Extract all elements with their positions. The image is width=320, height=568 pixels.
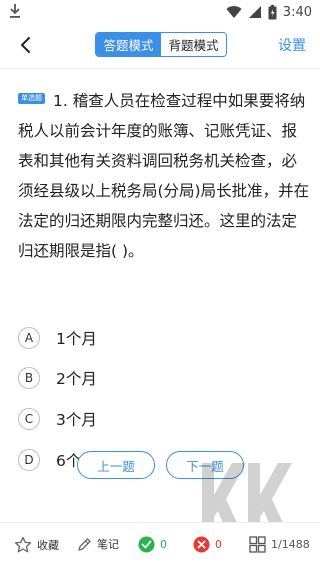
header: 答题模式 背题模式 设置	[0, 24, 320, 64]
option-letter: B	[18, 367, 40, 389]
status-bar: 3:40	[0, 0, 320, 24]
signal-icon	[248, 6, 261, 18]
answer-sheet-button[interactable]: 1/1488	[249, 536, 310, 553]
correct-count-value: 0	[160, 538, 167, 551]
tab-memorize-mode[interactable]: 背题模式	[161, 33, 226, 56]
progress-text: 1/1488	[271, 538, 310, 551]
option-text: 1个月	[56, 330, 97, 348]
option-text: 3个月	[56, 411, 97, 429]
mode-toggle: 答题模式 背题模式	[95, 32, 227, 57]
option-letter: D	[18, 449, 40, 471]
question-type-badge: 单选题	[18, 93, 45, 104]
question-text-block: 单选题 1. 稽查人员在检查过程中如果要将纳税人以前会计年度的账簿、记账凭证、报表…	[18, 86, 310, 266]
download-icon	[10, 4, 20, 18]
option-c[interactable]: C 3个月	[18, 406, 97, 432]
next-question-button[interactable]: 下一题	[166, 451, 244, 479]
header-divider	[0, 68, 320, 69]
note-button[interactable]: 笔记	[77, 536, 119, 552]
status-time: 3:40	[282, 4, 312, 20]
favorite-label: 收藏	[37, 539, 59, 552]
back-button[interactable]	[12, 32, 38, 58]
x-circle-icon	[193, 536, 210, 553]
wrong-count: 0	[193, 536, 222, 553]
battery-icon	[268, 4, 277, 19]
tab-answer-mode[interactable]: 答题模式	[96, 33, 161, 56]
note-label: 笔记	[97, 538, 119, 551]
wifi-icon	[226, 6, 242, 19]
option-text: 2个月	[56, 370, 97, 388]
grid-icon	[249, 536, 266, 553]
star-icon	[14, 536, 32, 553]
question-text: 1. 稽查人员在检查过程中如果要将纳税人以前会计年度的账簿、记账凭证、报表和其他…	[18, 92, 310, 260]
prev-question-button[interactable]: 上一题	[77, 451, 155, 479]
check-circle-icon	[138, 536, 155, 553]
correct-count: 0	[138, 536, 167, 553]
favorite-button[interactable]: 收藏	[14, 536, 59, 554]
bottom-toolbar: 收藏 笔记 0 0 1/1488	[0, 523, 320, 568]
option-letter: A	[18, 327, 40, 349]
pencil-icon	[78, 537, 91, 551]
option-letter: C	[18, 408, 40, 430]
back-arrow-icon	[21, 37, 30, 53]
option-a[interactable]: A 1个月	[18, 325, 97, 351]
settings-button[interactable]: 设置	[278, 35, 306, 55]
wrong-count-value: 0	[215, 538, 222, 551]
option-b[interactable]: B 2个月	[18, 365, 97, 391]
